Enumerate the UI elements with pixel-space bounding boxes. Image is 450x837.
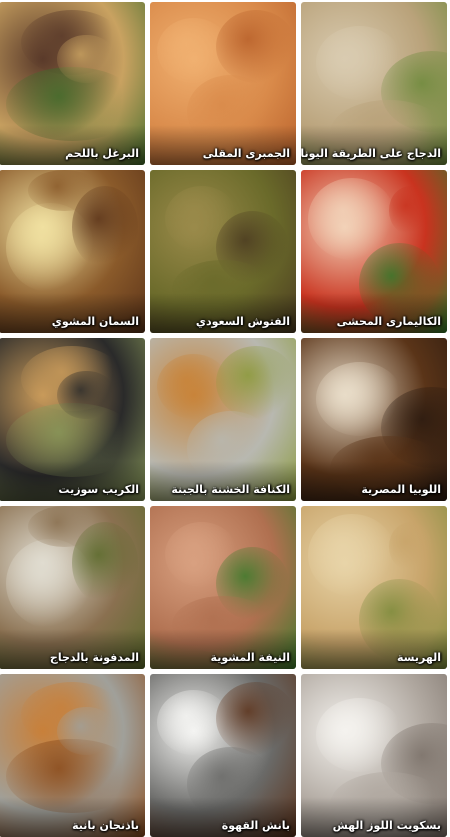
recipe-title: البرغل باللحم <box>65 147 139 160</box>
food-shape <box>57 706 116 756</box>
recipe-title: الهريسة <box>397 651 441 664</box>
food-shape <box>57 370 116 420</box>
recipe-title: الدجاج على الطريقة اليونانية <box>301 147 441 160</box>
recipe-card[interactable]: المدفونة بالدجاج <box>0 506 145 669</box>
recipe-card[interactable]: بانش القهوة <box>150 674 296 837</box>
recipe-card[interactable]: الدجاج على الطريقة اليونانية <box>301 2 447 165</box>
food-shape <box>388 186 433 236</box>
recipe-card[interactable]: الكاليمارى المحشى <box>301 170 447 333</box>
food-shape <box>57 34 116 84</box>
recipe-card[interactable]: الكريب سوزيت <box>0 338 145 501</box>
recipe-card[interactable]: باذنجان بانية <box>0 674 145 837</box>
recipe-title: النيفة المشوية <box>210 651 290 664</box>
food-shape <box>215 10 296 84</box>
recipe-title: بسكويت اللوز الهش <box>332 819 441 832</box>
recipe-title: اللوبيا المصرية <box>361 483 441 496</box>
recipe-title: بانش القهوة <box>221 819 290 832</box>
recipe-title: الكنافة الخشنة بالجبنة <box>171 483 290 496</box>
recipe-title: باذنجان بانية <box>72 819 139 832</box>
recipe-card[interactable]: الفتوش السعودي <box>150 170 296 333</box>
recipe-title: المدفونة بالدجاج <box>49 651 139 664</box>
food-shape <box>28 506 102 547</box>
food-shape <box>215 682 296 756</box>
recipe-title: الفتوش السعودي <box>195 315 290 328</box>
food-shape <box>388 522 433 572</box>
recipe-title: الجمبرى المقلى <box>202 147 290 160</box>
recipe-card[interactable]: بسكويت اللوز الهش <box>301 674 447 837</box>
recipe-title: السمان المشوي <box>51 315 139 328</box>
recipe-card[interactable]: الكنافة الخشنة بالجبنة <box>150 338 296 501</box>
recipe-card[interactable]: الهريسة <box>301 506 447 669</box>
recipe-card[interactable]: النيفة المشوية <box>150 506 296 669</box>
recipe-title: الكريب سوزيت <box>58 483 139 496</box>
recipe-title: الكاليمارى المحشى <box>336 315 441 328</box>
recipe-card[interactable]: الجمبرى المقلى <box>150 2 296 165</box>
recipe-card[interactable]: السمان المشوي <box>0 170 145 333</box>
recipe-card[interactable]: البرغل باللحم <box>0 2 145 165</box>
recipe-grid: الدجاج على الطريقة اليونانية الجمبرى الم… <box>0 0 450 837</box>
food-shape <box>215 346 296 420</box>
food-shape <box>28 170 102 211</box>
recipe-card[interactable]: اللوبيا المصرية <box>301 338 447 501</box>
